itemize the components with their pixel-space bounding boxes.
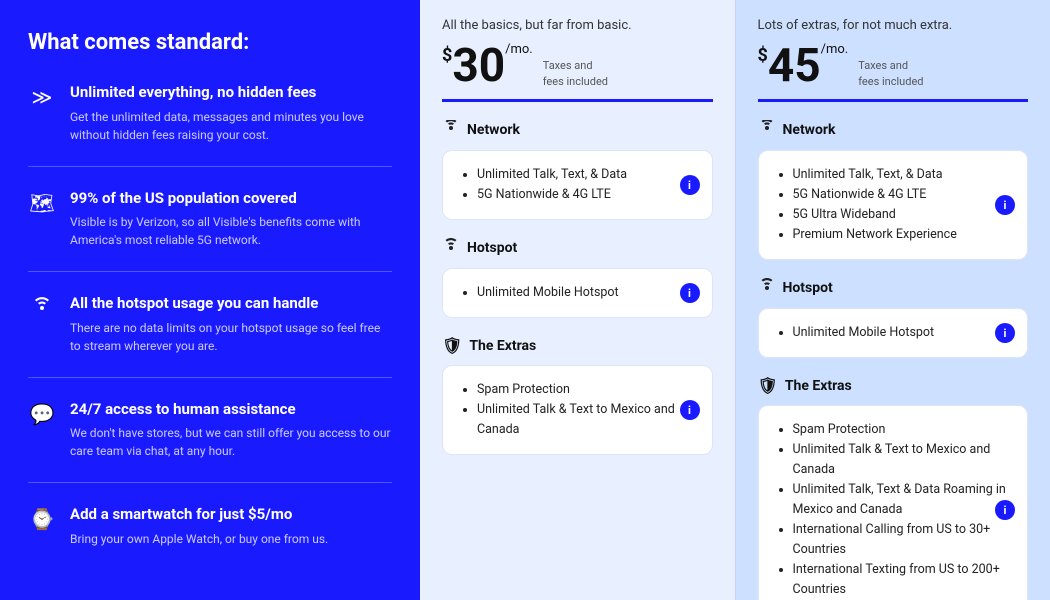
left-heading: What comes standard: xyxy=(28,30,392,55)
list-item: Premium Network Experience xyxy=(793,225,1012,245)
hotspot-icon xyxy=(28,296,56,321)
right-price-period: /mo. xyxy=(821,43,849,56)
middle-price-amount: 30 xyxy=(452,43,505,89)
feature-unlimited-title: Unlimited everything, no hidden fees xyxy=(70,83,392,103)
feature-unlimited: ≫ Unlimited everything, no hidden fees G… xyxy=(28,83,392,167)
middle-extras-icon: 🛡 xyxy=(442,336,462,355)
feature-hotspot-desc: There are no data limits on your hotspot… xyxy=(70,319,392,355)
middle-network-icon xyxy=(442,120,460,140)
right-network-icon xyxy=(758,120,776,140)
feature-watch: ⌚ Add a smartwatch for just $5/mo Bring … xyxy=(28,505,392,570)
right-extras-icon: 🛡 xyxy=(758,376,778,395)
middle-hotspot-info-button[interactable]: i xyxy=(680,283,700,303)
right-extras-title: 🛡 The Extras xyxy=(758,376,1029,395)
list-item: Unlimited Talk, Text, & Data xyxy=(793,165,1012,185)
right-extras-info-button[interactable]: i xyxy=(995,500,1015,520)
right-network-title: Network xyxy=(758,120,1029,140)
right-price-amount: 45 xyxy=(768,43,821,89)
middle-price: $ 30 /mo. xyxy=(442,43,533,89)
right-hotspot-section-icon xyxy=(758,278,776,298)
plan-panels: All the basics, but far from basic. $ 30… xyxy=(420,0,1050,600)
right-network-list: Unlimited Talk, Text, & Data 5G Nationwi… xyxy=(775,165,1012,245)
middle-plan-panel: All the basics, but far from basic. $ 30… xyxy=(420,0,736,600)
feature-coverage-desc: Visible is by Verizon, so all Visible's … xyxy=(70,213,392,249)
right-extras-list: Spam Protection Unlimited Talk & Text to… xyxy=(775,420,1012,600)
unlimited-icon: ≫ xyxy=(28,85,56,109)
support-icon: 💬 xyxy=(28,402,56,426)
list-item: Unlimited Talk & Text to Mexico and Cana… xyxy=(477,400,696,440)
middle-price-note: Taxes andfees included xyxy=(543,58,608,89)
feature-unlimited-desc: Get the unlimited data, messages and min… xyxy=(70,108,392,144)
right-network-label: Network xyxy=(783,122,836,138)
list-item: Unlimited Talk & Text to Mexico and Cana… xyxy=(793,440,1012,480)
middle-extras-list: Spam Protection Unlimited Talk & Text to… xyxy=(459,380,696,440)
right-price-dollar: $ xyxy=(758,47,768,65)
right-hotspot-label: Hotspot xyxy=(783,280,833,296)
right-hotspot-list: Unlimited Mobile Hotspot xyxy=(775,323,1012,343)
list-item: Unlimited Talk, Text & Data Roaming in M… xyxy=(793,480,1012,520)
right-subtitle: Lots of extras, for not much extra. xyxy=(758,18,1029,33)
list-item: Spam Protection xyxy=(477,380,696,400)
middle-price-row: $ 30 /mo. Taxes andfees included xyxy=(442,43,713,102)
feature-unlimited-text: Unlimited everything, no hidden fees Get… xyxy=(70,83,392,144)
right-hotspot-title: Hotspot xyxy=(758,278,1029,298)
list-item: 5G Nationwide & 4G LTE xyxy=(477,185,696,205)
middle-hotspot-label: Hotspot xyxy=(467,240,517,256)
middle-extras-label: The Extras xyxy=(469,338,536,354)
feature-coverage: 🗺 99% of the US population covered Visib… xyxy=(28,189,392,273)
feature-hotspot: All the hotspot usage you can handle The… xyxy=(28,294,392,378)
feature-watch-title: Add a smartwatch for just $5/mo xyxy=(70,505,328,525)
middle-network-card: Unlimited Talk, Text, & Data 5G Nationwi… xyxy=(442,150,713,220)
right-price-row: $ 45 /mo. Taxes andfees included xyxy=(758,43,1029,102)
feature-support-title: 24/7 access to human assistance xyxy=(70,400,392,420)
feature-support-text: 24/7 access to human assistance We don't… xyxy=(70,400,392,461)
middle-network-title: Network xyxy=(442,120,713,140)
feature-hotspot-text: All the hotspot usage you can handle The… xyxy=(70,294,392,355)
list-item: 5G Ultra Wideband xyxy=(793,205,1012,225)
feature-watch-text: Add a smartwatch for just $5/mo Bring yo… xyxy=(70,505,328,548)
list-item: Unlimited Mobile Hotspot xyxy=(793,323,1012,343)
list-item: International Texting from US to 200+ Co… xyxy=(793,560,1012,600)
middle-hotspot-title: Hotspot xyxy=(442,238,713,258)
left-panel: What comes standard: ≫ Unlimited everyth… xyxy=(0,0,420,600)
right-extras-card: Spam Protection Unlimited Talk & Text to… xyxy=(758,405,1029,600)
list-item: 5G Nationwide & 4G LTE xyxy=(793,185,1012,205)
feature-coverage-text: 99% of the US population covered Visible… xyxy=(70,189,392,250)
feature-support: 💬 24/7 access to human assistance We don… xyxy=(28,400,392,484)
middle-hotspot-section-icon xyxy=(442,238,460,258)
feature-watch-desc: Bring your own Apple Watch, or buy one f… xyxy=(70,530,328,548)
right-network-card: Unlimited Talk, Text, & Data 5G Nationwi… xyxy=(758,150,1029,260)
middle-price-dollar: $ xyxy=(442,47,452,65)
middle-network-list: Unlimited Talk, Text, & Data 5G Nationwi… xyxy=(459,165,696,205)
middle-extras-title: 🛡 The Extras xyxy=(442,336,713,355)
middle-hotspot-list: Unlimited Mobile Hotspot xyxy=(459,283,696,303)
list-item: Spam Protection xyxy=(793,420,1012,440)
feature-coverage-title: 99% of the US population covered xyxy=(70,189,392,209)
middle-hotspot-card: Unlimited Mobile Hotspot i xyxy=(442,268,713,318)
middle-extras-info-button[interactable]: i xyxy=(680,400,700,420)
list-item: International Calling from US to 30+ Cou… xyxy=(793,520,1012,560)
list-item: Unlimited Talk, Text, & Data xyxy=(477,165,696,185)
feature-support-desc: We don't have stores, but we can still o… xyxy=(70,424,392,460)
middle-subtitle: All the basics, but far from basic. xyxy=(442,18,713,33)
middle-price-period: /mo. xyxy=(505,43,533,56)
right-price: $ 45 /mo. xyxy=(758,43,849,89)
list-item: Unlimited Mobile Hotspot xyxy=(477,283,696,303)
right-hotspot-card: Unlimited Mobile Hotspot i xyxy=(758,308,1029,358)
right-network-info-button[interactable]: i xyxy=(995,195,1015,215)
right-hotspot-info-button[interactable]: i xyxy=(995,323,1015,343)
middle-network-label: Network xyxy=(467,122,520,138)
feature-hotspot-title: All the hotspot usage you can handle xyxy=(70,294,392,314)
right-price-note: Taxes andfees included xyxy=(858,58,923,89)
watch-icon: ⌚ xyxy=(28,507,56,531)
middle-network-info-button[interactable]: i xyxy=(680,175,700,195)
middle-extras-card: Spam Protection Unlimited Talk & Text to… xyxy=(442,365,713,455)
right-extras-label: The Extras xyxy=(785,378,852,394)
coverage-icon: 🗺 xyxy=(28,191,56,215)
right-plan-panel: Lots of extras, for not much extra. $ 45… xyxy=(736,0,1050,600)
